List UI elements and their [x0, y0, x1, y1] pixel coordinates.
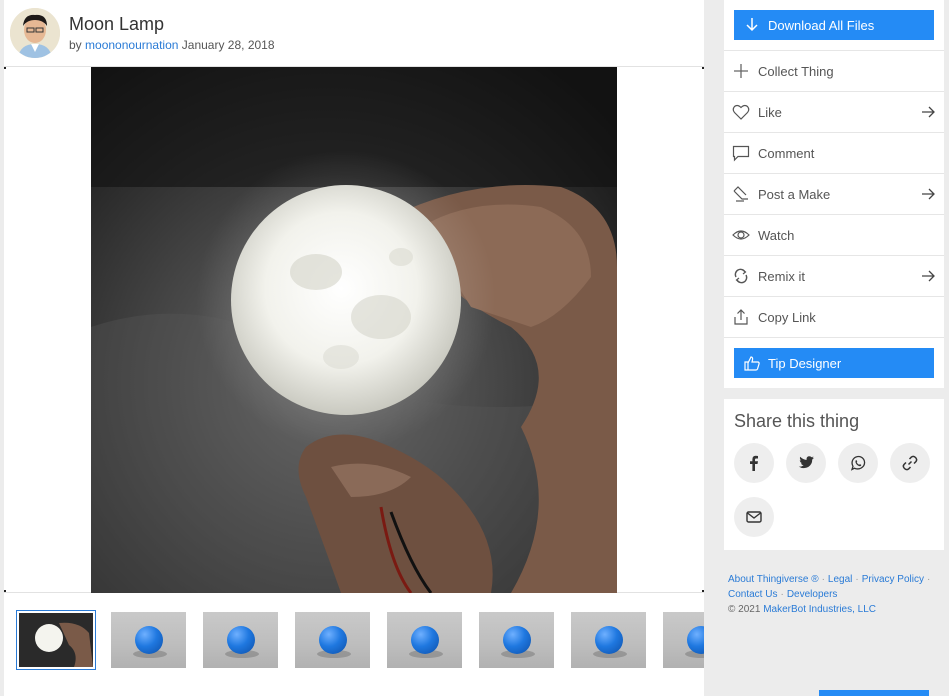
- action-label: Post a Make: [758, 187, 831, 202]
- facebook-icon: [750, 455, 758, 471]
- thing-main-card: Moon Lamp by moononournation January 28,…: [4, 0, 704, 696]
- thumbnail[interactable]: [479, 612, 554, 668]
- link-share-button[interactable]: [890, 443, 930, 483]
- tip-designer-button[interactable]: Tip Designer: [734, 348, 934, 378]
- like-action[interactable]: Like: [724, 91, 944, 132]
- action-label: Comment: [758, 146, 815, 161]
- corner-mark: [4, 590, 6, 592]
- contact-link[interactable]: Contact Us: [728, 589, 777, 600]
- company-link[interactable]: MakerBot Industries, LLC: [763, 604, 876, 615]
- arrow-right-icon: [922, 188, 935, 200]
- plus-icon: [734, 64, 748, 78]
- email-share-button[interactable]: [734, 497, 774, 537]
- share-card: Share this thing: [724, 399, 944, 550]
- arrow-right-icon: [922, 270, 935, 282]
- about-link[interactable]: About Thingiverse ®: [728, 574, 819, 585]
- action-label: Collect Thing: [758, 64, 834, 79]
- thumbnail[interactable]: [571, 612, 646, 668]
- action-label: Watch: [758, 228, 795, 243]
- download-label: Download All Files: [768, 17, 875, 33]
- thing-header: Moon Lamp by moononournation January 28,…: [4, 0, 704, 66]
- action-label: Copy Link: [758, 310, 816, 325]
- thumbnail-strip[interactable]: [4, 598, 704, 688]
- main-photo[interactable]: [91, 67, 617, 593]
- link-icon: [902, 455, 918, 471]
- publish-date: January 28, 2018: [181, 38, 275, 52]
- footer-row-1: About Thingiverse ® · Legal · Privacy Policy…: [728, 574, 931, 585]
- thing-title: Moon Lamp: [69, 14, 165, 34]
- developers-link[interactable]: Developers: [787, 589, 838, 600]
- remix-action[interactable]: Remix it: [724, 255, 944, 296]
- thumbnail[interactable]: [295, 612, 370, 668]
- media-viewer[interactable]: [4, 66, 704, 593]
- comment-action[interactable]: Comment: [724, 132, 944, 173]
- byline: by moononournation January 28, 2018: [69, 38, 275, 52]
- copy-link-action[interactable]: Copy Link: [724, 296, 944, 337]
- thumbnail[interactable]: [111, 612, 186, 668]
- copyright-text: © 2021: [728, 604, 761, 615]
- post-a-make-action[interactable]: Post a Make: [724, 173, 944, 214]
- corner-mark: [702, 67, 704, 69]
- heart-icon: [732, 104, 750, 120]
- twitter-share-button[interactable]: [786, 443, 826, 483]
- thumbnail[interactable]: [663, 612, 704, 668]
- thumbs-up-icon: [744, 356, 760, 371]
- tip-label: Tip Designer: [768, 355, 842, 371]
- action-label: Remix it: [758, 269, 805, 284]
- remix-icon: [734, 268, 748, 284]
- footer-row-2: Contact Us · Developers: [728, 589, 838, 600]
- collect-thing-action[interactable]: Collect Thing: [724, 50, 944, 91]
- whatsapp-icon: [850, 455, 866, 471]
- comment-icon: [732, 145, 750, 162]
- action-label: Like: [758, 105, 782, 120]
- download-all-button[interactable]: Download All Files: [734, 10, 934, 40]
- twitter-icon: [798, 456, 814, 469]
- arrow-right-icon: [922, 106, 935, 118]
- make-icon: [733, 186, 748, 202]
- facebook-share-button[interactable]: [734, 443, 774, 483]
- mail-icon: [746, 511, 762, 523]
- whatsapp-share-button[interactable]: [838, 443, 878, 483]
- actions-card: Download All Files Collect Thing Like Co…: [724, 0, 944, 388]
- privacy-link[interactable]: Privacy Policy: [862, 574, 924, 585]
- thumbnail[interactable]: [387, 612, 462, 668]
- watch-action[interactable]: Watch: [724, 214, 944, 255]
- corner-mark: [4, 67, 6, 69]
- share-title: Share this thing: [734, 411, 860, 431]
- floating-action-button[interactable]: [819, 690, 929, 696]
- author-link[interactable]: moononournation: [85, 38, 178, 52]
- eye-icon: [732, 230, 750, 240]
- thumbnail[interactable]: [203, 612, 278, 668]
- legal-link[interactable]: Legal: [828, 574, 852, 585]
- thumbnail-active[interactable]: [16, 610, 96, 670]
- footer-links: About Thingiverse ® · Legal · Privacy Policy…: [728, 572, 944, 617]
- download-icon: [746, 18, 758, 32]
- divider: [724, 337, 944, 338]
- footer-row-3: © 2021 MakerBot Industries, LLC: [728, 602, 944, 617]
- share-upload-icon: [734, 309, 748, 325]
- author-avatar[interactable]: [10, 8, 60, 58]
- corner-mark: [702, 590, 704, 592]
- byline-prefix: by: [69, 38, 82, 52]
